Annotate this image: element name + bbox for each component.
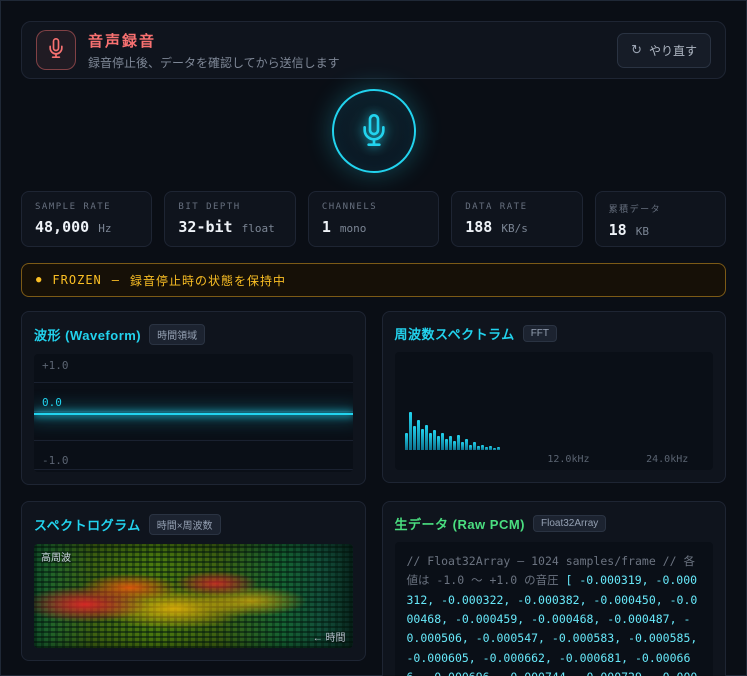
stat-card-data-rate: DATA RATE 188 KB/s: [451, 191, 583, 247]
status-banner: ● FROZEN — 録音停止時の状態を保持中: [21, 263, 726, 297]
waveform-chart: +1.0 0.0 -1.0: [34, 354, 353, 472]
stat-value: 1 mono: [322, 218, 425, 236]
spectrum-badge: FFT: [522, 325, 558, 342]
page-subtitle: 録音停止後、データを確認してから送信します: [88, 55, 340, 70]
status-message: 録音停止時の状態を保持中: [130, 273, 287, 288]
retry-button[interactable]: ↻ やり直す: [617, 32, 711, 68]
panels-grid: 波形 (Waveform) 時間領域 +1.0 0.0 -1.0 周波数スペクト…: [21, 311, 726, 676]
stat-label: SAMPLE RATE: [35, 202, 112, 212]
retry-label: やり直す: [648, 43, 697, 58]
microphone-icon: [358, 113, 390, 149]
mic-chip: [36, 30, 76, 70]
status-separator: —: [111, 273, 121, 287]
record-button[interactable]: [331, 89, 416, 173]
raw-pcm-badge: Float32Array: [533, 515, 607, 532]
waveform-panel-head: 波形 (Waveform) 時間領域: [34, 324, 353, 345]
stat-value: 48,000 Hz: [35, 218, 138, 236]
stat-value: 188 KB/s: [465, 218, 568, 236]
stat-label: DATA RATE: [465, 202, 528, 212]
stat-unit: KB: [635, 225, 649, 238]
spectrogram-ylabel: 高周波: [41, 553, 71, 564]
waveform-badge: 時間領域: [149, 324, 206, 345]
stat-number: 188: [465, 218, 493, 236]
spectrum-panel-head: 周波数スペクトラム FFT: [395, 324, 714, 343]
waveform-line: [34, 413, 353, 415]
stat-label: 累積データ: [608, 205, 662, 215]
waveform-panel: 波形 (Waveform) 時間領域 +1.0 0.0 -1.0: [21, 311, 366, 485]
spectrum-xtick-mid: 12.0kHz: [547, 454, 590, 465]
raw-pcm-text: // Float32Array — 1024 samples/frame // …: [394, 542, 713, 676]
waveform-ytick-bottom: -1.0: [42, 454, 69, 467]
status-dot-icon: ●: [36, 274, 43, 285]
spectrum-panel: 周波数スペクトラム FFT 12.0kHz 24.0kHz: [381, 311, 726, 483]
header-text: 音声録音 録音停止後、データを確認してから送信します: [88, 30, 605, 71]
stats-row: SAMPLE RATE 48,000 Hz BIT DEPTH 32-bit f…: [21, 191, 727, 247]
stat-unit: float: [241, 222, 275, 235]
raw-pcm-panel: 生データ (Raw PCM) Float32Array // Float32Ar…: [381, 501, 726, 676]
spectrogram-badge: 時間×周波数: [148, 514, 221, 535]
spectrum-chart: 12.0kHz 24.0kHz: [394, 352, 713, 470]
spectrum-bars: [404, 412, 500, 450]
raw-pcm-title: 生データ (Raw PCM): [394, 517, 526, 532]
spectrogram-chart: 高周波 ← 時間: [34, 544, 353, 648]
spectrogram-panel: スペクトログラム 時間×周波数 高周波 ← 時間: [21, 501, 366, 661]
voice-recorder-app: 音声録音 録音停止後、データを確認してから送信します ↻ やり直す SAMPLE…: [1, 1, 746, 676]
refresh-icon: ↻: [631, 42, 642, 57]
header: 音声録音 録音停止後、データを確認してから送信します ↻ やり直す: [21, 21, 726, 79]
stat-label: CHANNELS: [321, 202, 378, 212]
stat-number: 1: [321, 218, 331, 236]
spectrogram-panel-head: スペクトログラム 時間×周波数: [34, 514, 353, 535]
stat-unit: mono: [339, 222, 367, 235]
stat-label: BIT DEPTH: [178, 202, 241, 212]
waveform-ytick-mid: 0.0: [42, 396, 62, 410]
raw-pcm-panel-head: 生データ (Raw PCM) Float32Array: [395, 514, 714, 533]
stat-card-channels: CHANNELS 1 mono: [307, 191, 440, 247]
stat-unit: KB/s: [501, 222, 528, 235]
waveform-title: 波形 (Waveform): [34, 328, 142, 343]
stat-value: 18 KB: [609, 221, 712, 239]
stat-number: 32-bit: [178, 218, 233, 236]
stat-card-sample-rate: SAMPLE RATE 48,000 Hz: [21, 191, 153, 247]
stat-number: 48,000: [35, 218, 90, 236]
stat-unit: Hz: [98, 222, 112, 235]
spectrum-title: 周波数スペクトラム: [394, 327, 515, 342]
stat-number: 18: [608, 221, 627, 239]
raw-pcm-values: [ -0.000319, -0.000312, -0.000322, -0.00…: [406, 573, 698, 676]
stat-card-bit-depth: BIT DEPTH 32-bit float: [164, 191, 296, 247]
status-state: FROZEN: [52, 273, 102, 287]
spectrogram-title: スペクトログラム: [34, 518, 141, 533]
stat-value: 32-bit float: [178, 218, 281, 236]
spectrogram-xlabel: ← 時間: [312, 633, 346, 644]
spectrum-xtick-right: 24.0kHz: [646, 454, 689, 465]
microphone-icon: [46, 37, 66, 63]
waveform-ytick-top: +1.0: [42, 359, 69, 372]
record-button-row: [21, 89, 726, 173]
page-title: 音声録音: [88, 32, 157, 50]
stat-card-accumulated-data: 累積データ 18 KB: [594, 191, 727, 247]
